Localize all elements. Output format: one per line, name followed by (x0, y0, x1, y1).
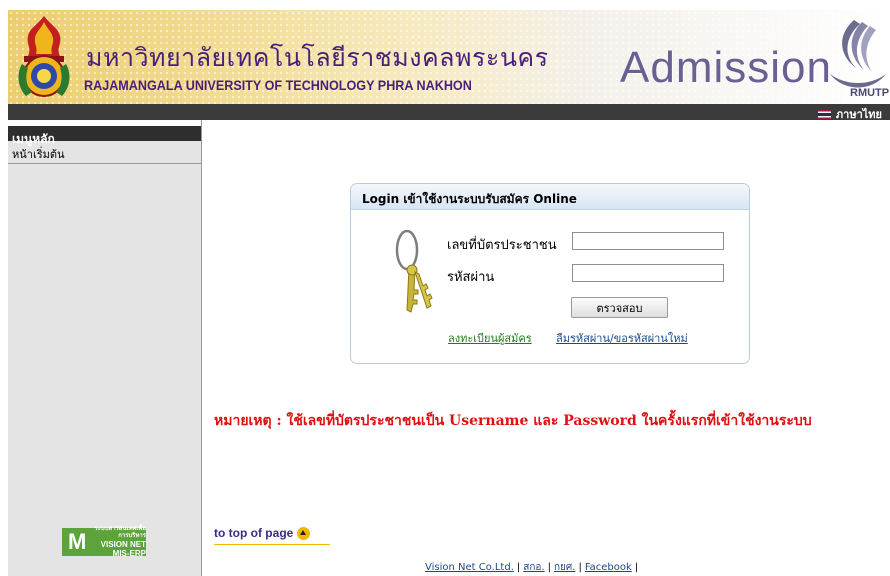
to-top-link[interactable]: to top of page (214, 526, 311, 540)
university-name-thai: มหาวิทยาลัยเทคโนโลยีราชมงคลพระนคร (86, 43, 549, 72)
erp-logo-line3: MIS-ERP (112, 549, 146, 558)
footer-link-student-loan[interactable]: กยศ. (554, 562, 575, 573)
arrow-up-icon (297, 526, 311, 540)
rmutp-text: RMUTP (850, 87, 889, 99)
login-panel: Login เข้าใช้งานระบบรับสมัคร Online เลขท… (350, 183, 750, 364)
erp-logo-text: ระบบสารสนเทศเพื่อการบริหาร VISION NET MI… (87, 526, 146, 558)
sidebar-item-home[interactable]: หน้าเริ่มต้น (8, 141, 201, 164)
thai-flag-icon (817, 109, 831, 119)
language-switch[interactable]: ภาษาไทย (817, 105, 882, 123)
erp-logo-line1: ระบบสารสนเทศเพื่อการบริหาร (94, 526, 146, 539)
footer-link-facebook[interactable]: Facebook (585, 562, 632, 573)
vision-net-erp-logo[interactable]: M ระบบสารสนเทศเพื่อการบริหาร VISION NET … (62, 526, 146, 558)
rmutp-logo-icon: RMUTP (830, 20, 889, 99)
footer-links: Vision Net Co.Ltd. | สกอ. | กยศ. | Facebook | (425, 562, 639, 573)
password-input[interactable] (572, 264, 724, 282)
citizen-id-input[interactable] (572, 232, 724, 250)
register-link[interactable]: ลงทะเบียนผู้สมัคร (448, 329, 532, 347)
admission-title: Admission (620, 43, 832, 92)
header-banner: มหาวิทยาลัยเทคโนโลยีราชมงคลพระนคร RAJAMA… (8, 10, 890, 104)
to-top-underline (214, 544, 330, 545)
check-button[interactable]: ตรวจสอบ (571, 297, 668, 318)
login-note: หมายเหตุ : ใช้เลขที่บัตรประชาชนเป็น User… (214, 413, 812, 429)
top-navbar: ภาษาไทย (8, 104, 890, 123)
to-top-label: to top of page (214, 526, 294, 540)
footer-link-vision-net[interactable]: Vision Net Co.Ltd. (425, 562, 514, 573)
keys-icon (395, 229, 433, 313)
university-name-english: RAJAMANGALA UNIVERSITY OF TECHNOLOGY PHR… (84, 77, 472, 93)
footer-link-ohec[interactable]: สกอ. (523, 562, 544, 573)
password-label: รหัสผ่าน (447, 270, 495, 285)
forgot-password-link[interactable]: ลืมรหัสผ่าน/ขอรหัสผ่านใหม่ (556, 329, 688, 347)
university-seal-icon (18, 16, 70, 97)
erp-logo-line2: VISION NET (100, 540, 146, 549)
language-label: ภาษาไทย (835, 108, 882, 121)
erp-logo-mark: M (68, 529, 87, 554)
sidebar: เมนูหลัก หน้าเริ่มต้น M ระบบสารสนเทศเพื่… (8, 120, 202, 576)
citizen-id-label: เลขที่บัตรประชาชน (447, 238, 557, 253)
login-panel-title: Login เข้าใช้งานระบบรับสมัคร Online (351, 184, 749, 210)
sidebar-heading: เมนูหลัก (8, 120, 201, 146)
